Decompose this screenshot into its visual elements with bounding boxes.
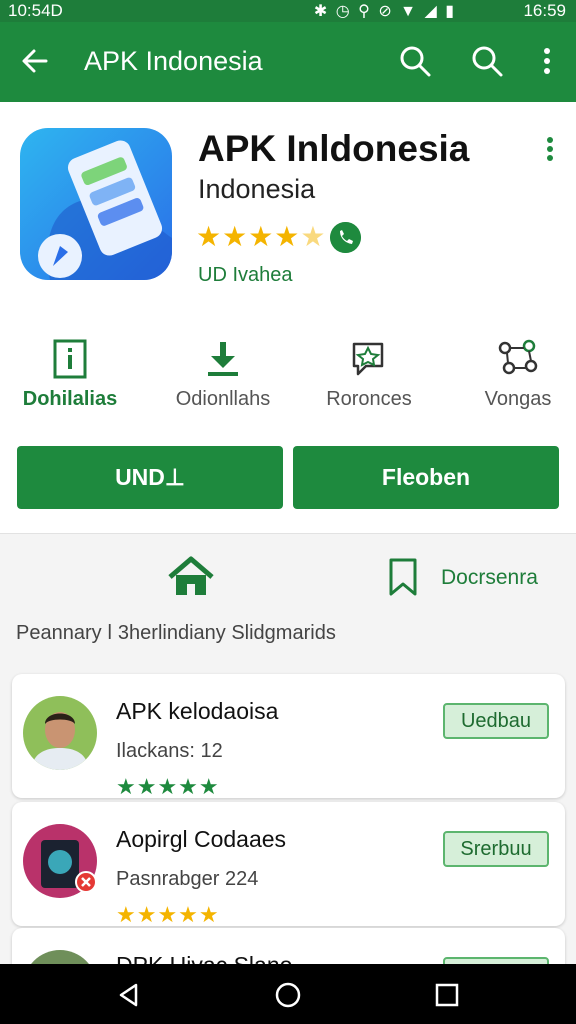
item-name: APK kelodaoisa <box>116 698 279 724</box>
back-arrow-icon[interactable] <box>18 44 52 78</box>
app-logo-icon <box>38 140 172 280</box>
home-icon[interactable] <box>166 555 216 599</box>
bookmark-icon[interactable] <box>386 556 420 598</box>
quick-action-label: Roronces <box>326 388 412 410</box>
info-icon <box>53 339 87 379</box>
person-avatar-icon <box>23 696 97 770</box>
system-nav-bar <box>0 964 576 1024</box>
breadcrumb: Peannary ǀ 3herlindiany Slidgmarids <box>16 622 336 644</box>
more-vert-icon[interactable] <box>528 42 566 80</box>
review-icon <box>352 342 384 376</box>
rating-stars: ★★★★★ <box>196 220 327 253</box>
status-icons: ✱ ◷ ⚲ ⊘ ▼ ◢ ▮ <box>313 3 456 20</box>
status-time: 10:54D <box>8 1 63 20</box>
quick-action-download[interactable]: Odionllahs <box>153 338 293 411</box>
item-meta: Pasnrabger 224 <box>116 868 259 890</box>
quick-action-label: Dohilalias <box>22 388 118 410</box>
close-badge-icon <box>75 871 97 893</box>
quick-action-label: Vongas <box>484 388 552 410</box>
half-star-icon: ★ <box>300 221 327 252</box>
item-tag-button[interactable]: Srerbuu <box>443 831 549 867</box>
status-clock: 16:59 <box>523 1 566 20</box>
status-bar: 10:54D ✱ ◷ ⚲ ⊘ ▼ ◢ ▮ 16:59 <box>0 0 576 22</box>
app-icon <box>20 128 172 280</box>
quick-action-label: Odionllahs <box>175 388 271 410</box>
app-bar-title: APK Indonesia <box>84 46 263 76</box>
back-triangle-icon[interactable] <box>116 982 142 1008</box>
search-icon[interactable] <box>396 42 434 80</box>
developer-name[interactable]: UD Ivahea <box>198 264 293 287</box>
search-icon[interactable] <box>468 42 506 80</box>
rating-stars-full: ★★★★ <box>196 221 301 252</box>
quick-action-details[interactable]: Dohilalias <box>0 338 140 411</box>
item-meta: Ilackans: 12 <box>116 740 223 762</box>
phone-icon[interactable] <box>330 222 361 253</box>
list-item[interactable]: Aopirgl Codaaes Pasnrabger 224 ★★★★★ Sre… <box>12 802 565 926</box>
app-subtitle: Indonesia <box>198 174 316 204</box>
item-name: Aopirgl Codaaes <box>116 826 287 852</box>
avatar <box>23 696 97 770</box>
quick-action-share[interactable]: Vongas <box>448 338 576 411</box>
download-icon <box>208 342 238 376</box>
home-circle-icon[interactable] <box>275 982 301 1008</box>
item-stars: ★★★★★ <box>116 902 220 926</box>
recents-square-icon[interactable] <box>434 982 460 1008</box>
item-stars: ★★★★★ <box>116 774 220 798</box>
quick-action-reviews[interactable]: Roronces <box>299 338 439 411</box>
more-vert-icon[interactable] <box>540 136 560 162</box>
list-item[interactable]: APK kelodaoisa Ilackans: 12 ★★★★★ Uedbau <box>12 674 565 798</box>
app-name: APK Inldonesia <box>198 128 470 169</box>
app-bar: APK Indonesia <box>0 22 576 102</box>
feedback-button[interactable]: Fleoben <box>293 446 559 509</box>
item-tag-button[interactable]: Uedbau <box>443 703 549 739</box>
install-button[interactable]: UND⊥ <box>17 446 283 509</box>
tab-bookmarks[interactable]: Docrsenra <box>441 566 538 590</box>
share-network-icon <box>498 339 538 375</box>
